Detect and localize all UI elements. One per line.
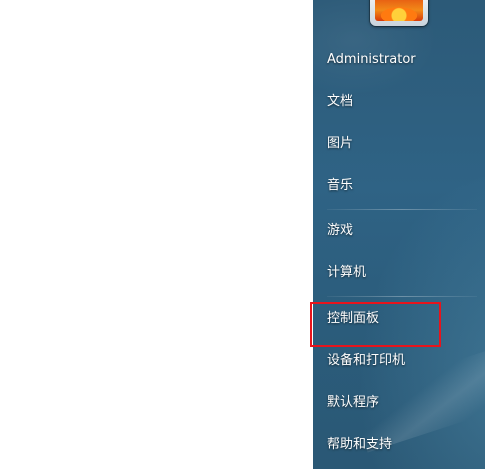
menu-item-devices-and-printers[interactable]: 设备和打印机 [315,343,483,379]
menu-item-computer[interactable]: 计算机 [315,255,483,291]
menu-item-pictures[interactable]: 图片 [315,126,483,162]
screen: Administrator 文档 图片 音乐 游戏 计算机 控制面板 设备和打印… [0,0,485,469]
menu-item-documents[interactable]: 文档 [315,84,483,120]
menu-item-games[interactable]: 游戏 [315,213,483,249]
start-menu-right-pane: Administrator 文档 图片 音乐 游戏 计算机 控制面板 设备和打印… [313,0,485,469]
blank-area [0,0,313,469]
menu-separator [327,209,477,210]
menu-item-help-and-support[interactable]: 帮助和支持 [315,427,483,463]
start-menu-links: Administrator 文档 图片 音乐 游戏 计算机 控制面板 设备和打印… [313,0,485,469]
menu-separator [327,296,477,297]
menu-item-user-folder[interactable]: Administrator [315,42,483,78]
menu-item-control-panel[interactable]: 控制面板 [315,301,483,337]
menu-item-default-programs[interactable]: 默认程序 [315,385,483,421]
menu-item-music[interactable]: 音乐 [315,168,483,204]
